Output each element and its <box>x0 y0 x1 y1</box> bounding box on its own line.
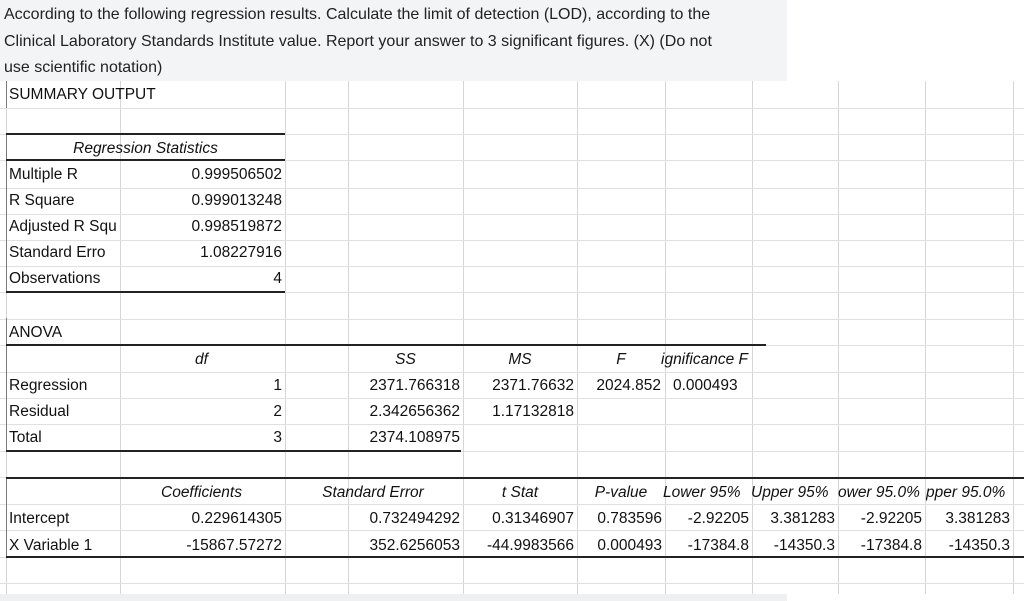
stat-label: R Square <box>9 192 75 209</box>
question-line-3: use scientific notation) <box>4 59 163 76</box>
anova-ss: 2.342656362 <box>369 403 460 420</box>
stat-value: 0.999013248 <box>191 192 282 209</box>
coef-header-upper-95-0: pper 95.0% <box>926 484 1006 501</box>
coef-value: -15867.57272 <box>186 537 282 554</box>
anova-header-significance-f: ignificance F <box>661 351 749 368</box>
coef-upper-95-0: -14350.3 <box>948 537 1010 554</box>
stat-label: Observations <box>9 270 101 287</box>
stat-label: Multiple R <box>9 166 78 183</box>
anova-header-df: df <box>195 351 208 368</box>
coef-header-lower-95: Lower 95% <box>663 484 741 501</box>
anova-ms: 2371.76632 <box>492 377 574 394</box>
regression-statistics-header: Regression Statistics <box>73 140 218 157</box>
anova-df: 1 <box>273 377 282 394</box>
coef-lower-95-0: -2.92205 <box>860 510 922 527</box>
question-prompt: According to the following regression re… <box>0 0 787 81</box>
coef-lower-95: -2.92205 <box>687 510 749 527</box>
coef-header-lower-95-0: ower 95.0% <box>838 484 920 501</box>
coef-upper-95: 3.381283 <box>770 510 835 527</box>
stat-label: Standard Erro <box>9 244 106 261</box>
anova-row-label: Regression <box>9 377 88 394</box>
coef-header-coefficients: Coefficients <box>161 484 242 501</box>
coef-standard-error: 0.732494292 <box>369 510 460 527</box>
coef-p-value: 0.000493 <box>597 537 662 554</box>
coef-lower-95-0: -17384.8 <box>860 537 922 554</box>
coef-row-label: X Variable 1 <box>9 537 93 554</box>
coef-row-label: Intercept <box>9 510 70 527</box>
anova-f: 2024.852 <box>596 377 661 394</box>
anova-df: 2 <box>273 403 282 420</box>
stat-value: 0.998519872 <box>191 218 282 235</box>
question-line-1: According to the following regression re… <box>4 6 711 23</box>
anova-header-f: F <box>616 351 626 368</box>
stat-label: Adjusted R Squ <box>9 218 117 235</box>
anova-ms: 1.17132818 <box>492 403 574 420</box>
stat-value: 0.999506502 <box>191 166 282 183</box>
anova-ss: 2374.108975 <box>369 429 460 446</box>
coef-upper-95: -14350.3 <box>773 537 835 554</box>
coef-header-p-value: P-value <box>594 484 648 501</box>
coef-t-stat: 0.31346907 <box>492 510 574 527</box>
anova-title: ANOVA <box>9 324 63 341</box>
coef-t-stat: -44.9983566 <box>486 537 574 554</box>
anova-row-label: Total <box>9 429 42 446</box>
question-line-2: Clinical Laboratory Standards Institute … <box>4 32 712 50</box>
coef-header-t-stat: t Stat <box>501 484 539 501</box>
coef-p-value: 0.783596 <box>597 510 662 527</box>
coef-header-standard-error: Standard Error <box>322 484 424 501</box>
coef-lower-95: -17384.8 <box>687 537 749 554</box>
stat-value: 1.08227916 <box>200 244 282 261</box>
coef-value: 0.229614305 <box>191 510 282 527</box>
anova-significance-f: 0.000493 <box>673 377 738 394</box>
coef-upper-95-0: 3.381283 <box>945 510 1010 527</box>
bottom-strip <box>0 594 787 601</box>
coef-header-upper-95: Upper 95% <box>751 484 829 501</box>
spreadsheet-output: SUMMARY OUTPUT Regression Statistics Mul… <box>0 81 1024 594</box>
anova-row-label: Residual <box>9 403 70 420</box>
anova-header-ss: SS <box>395 351 416 368</box>
stat-value: 4 <box>273 270 282 287</box>
anova-ss: 2371.766318 <box>369 377 460 394</box>
anova-header-ms: MS <box>508 351 532 368</box>
coef-standard-error: 352.6256053 <box>369 537 460 554</box>
anova-df: 3 <box>273 429 282 446</box>
summary-output-title: SUMMARY OUTPUT <box>9 86 156 103</box>
